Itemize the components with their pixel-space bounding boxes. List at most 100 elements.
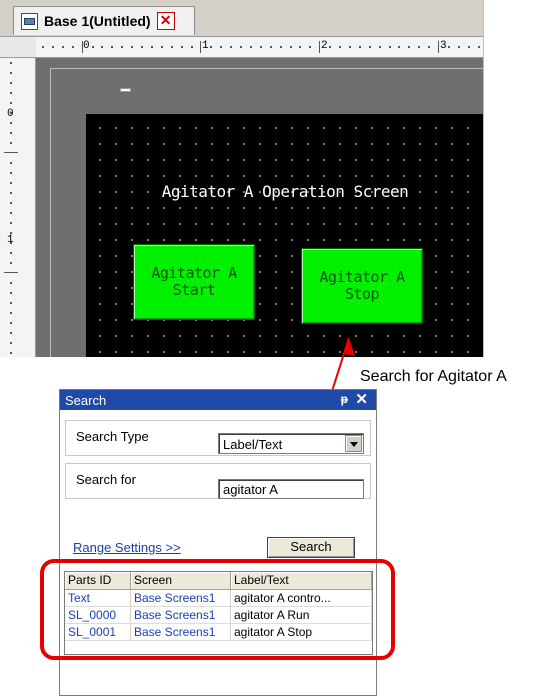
chevron-down-icon[interactable] bbox=[345, 435, 362, 452]
ruler-tick bbox=[10, 212, 12, 214]
ruler-tick bbox=[4, 272, 18, 273]
range-settings-link[interactable]: Range Settings >> bbox=[73, 540, 181, 555]
ruler-tick bbox=[10, 332, 12, 334]
ruler-tick bbox=[418, 46, 421, 48]
switch-label-line1: Agitator A bbox=[151, 264, 237, 282]
ruler-tick bbox=[220, 46, 223, 48]
base-screen: Agitator A Operation Screen Agitator A S… bbox=[86, 114, 483, 357]
ruler-tick bbox=[121, 46, 124, 48]
ruler-tick bbox=[141, 46, 143, 48]
ruler-tick bbox=[10, 232, 12, 234]
switch-label-line1: Agitator A bbox=[319, 268, 405, 286]
ruler-tick bbox=[240, 46, 242, 48]
ruler-tick bbox=[10, 342, 12, 344]
ruler-tick bbox=[10, 112, 12, 114]
ruler-tick bbox=[51, 46, 54, 48]
ruler-tick bbox=[10, 172, 12, 174]
ruler-tick bbox=[10, 82, 12, 84]
ruler-tick bbox=[131, 46, 134, 48]
ruler-tick bbox=[180, 46, 183, 48]
ruler-tick bbox=[477, 46, 480, 48]
ruler-tick bbox=[438, 41, 439, 53]
ruler-label: 2 bbox=[321, 40, 328, 52]
ruler-tick bbox=[289, 46, 292, 48]
ruler-tick bbox=[81, 41, 83, 53]
ruler-tick bbox=[269, 46, 272, 48]
pin-icon[interactable]: ᵽ bbox=[341, 392, 348, 406]
ruler-tick bbox=[408, 46, 411, 48]
ruler-tick bbox=[10, 292, 12, 294]
tab-title: Base 1(Untitled) bbox=[44, 13, 151, 29]
ruler-tick bbox=[309, 46, 312, 48]
ruler-tick bbox=[10, 132, 12, 134]
vertical-ruler: 0 1 bbox=[0, 58, 36, 357]
search-button[interactable]: Search bbox=[267, 537, 355, 558]
tab-bar: Base 1(Untitled) ✕ bbox=[0, 0, 483, 36]
search-type-group: Search Type Label/Text bbox=[65, 420, 371, 456]
annotation-text: Search for Agitator A bbox=[360, 368, 507, 385]
ruler-tick bbox=[467, 46, 470, 48]
ruler-tick bbox=[101, 46, 104, 48]
search-type-select[interactable]: Label/Text bbox=[218, 433, 364, 454]
ruler-tick bbox=[10, 242, 12, 244]
ruler-tick bbox=[10, 192, 12, 194]
ruler-tick bbox=[10, 282, 12, 284]
ruler-tick bbox=[329, 46, 332, 48]
ruler-tick bbox=[10, 202, 12, 204]
ruler-tick bbox=[10, 162, 12, 164]
ruler-tick bbox=[10, 352, 12, 354]
ruler-tick bbox=[368, 46, 371, 48]
ruler-tick bbox=[10, 262, 12, 264]
search-for-group: Search for agitator A bbox=[65, 463, 371, 499]
ruler-tick bbox=[10, 102, 12, 104]
ruler-tick bbox=[259, 46, 262, 48]
search-type-label: Search Type bbox=[76, 429, 149, 444]
ruler-tick bbox=[398, 46, 401, 48]
ruler-tick bbox=[10, 252, 12, 254]
ruler-tick bbox=[170, 46, 173, 48]
ruler-corner bbox=[0, 36, 36, 58]
ruler-tick bbox=[10, 92, 12, 94]
screen-title-text[interactable]: Agitator A Operation Screen bbox=[148, 182, 422, 201]
ruler-tick bbox=[10, 122, 12, 124]
close-tab-icon[interactable]: ✕ bbox=[156, 12, 175, 30]
search-input[interactable]: agitator A bbox=[218, 479, 364, 499]
search-titlebar: Search ᵽ ✕ bbox=[60, 390, 376, 410]
switch-label-line2: Stop bbox=[344, 285, 380, 303]
ruler-tick bbox=[10, 312, 12, 314]
agitator-stop-switch[interactable]: Agitator A Stop bbox=[301, 248, 423, 324]
ruler-tick bbox=[111, 46, 114, 48]
ruler-tick bbox=[447, 46, 450, 48]
ruler-tick bbox=[4, 152, 18, 153]
ruler-tick bbox=[10, 72, 12, 74]
ruler-tick bbox=[230, 46, 233, 48]
ruler-label: 0 bbox=[7, 108, 14, 120]
ruler-tick bbox=[160, 46, 163, 48]
ruler-tick bbox=[348, 46, 351, 48]
ruler-tick bbox=[339, 46, 341, 48]
ruler-tick bbox=[10, 62, 12, 64]
ruler-tick bbox=[42, 46, 44, 48]
ruler-label: 1 bbox=[7, 234, 14, 246]
search-title: Search bbox=[65, 392, 107, 408]
ruler-tick bbox=[210, 46, 213, 48]
agitator-start-switch[interactable]: Agitator A Start bbox=[133, 244, 255, 320]
ruler-tick bbox=[388, 46, 391, 48]
screen-editor: Base 1(Untitled) ✕ 0 1 2 3 0 1 Agitator … bbox=[0, 0, 484, 357]
ruler-tick bbox=[10, 222, 12, 224]
ruler-label: 3 bbox=[440, 40, 447, 52]
ruler-tick bbox=[299, 46, 302, 48]
search-for-label: Search for bbox=[76, 472, 136, 487]
resize-handle[interactable] bbox=[120, 88, 131, 92]
ruler-tick bbox=[150, 46, 153, 48]
tab-base1[interactable]: Base 1(Untitled) ✕ bbox=[13, 6, 195, 35]
ruler-tick bbox=[61, 46, 64, 48]
horizontal-ruler: 0 1 2 3 bbox=[36, 36, 483, 58]
ruler-tick bbox=[10, 142, 12, 144]
search-type-value: Label/Text bbox=[223, 437, 283, 452]
ruler-tick bbox=[378, 46, 381, 48]
ruler-label: 0 bbox=[83, 40, 90, 52]
close-icon[interactable]: ✕ bbox=[355, 390, 368, 408]
ruler-tick bbox=[428, 46, 431, 48]
ruler-tick bbox=[279, 46, 282, 48]
